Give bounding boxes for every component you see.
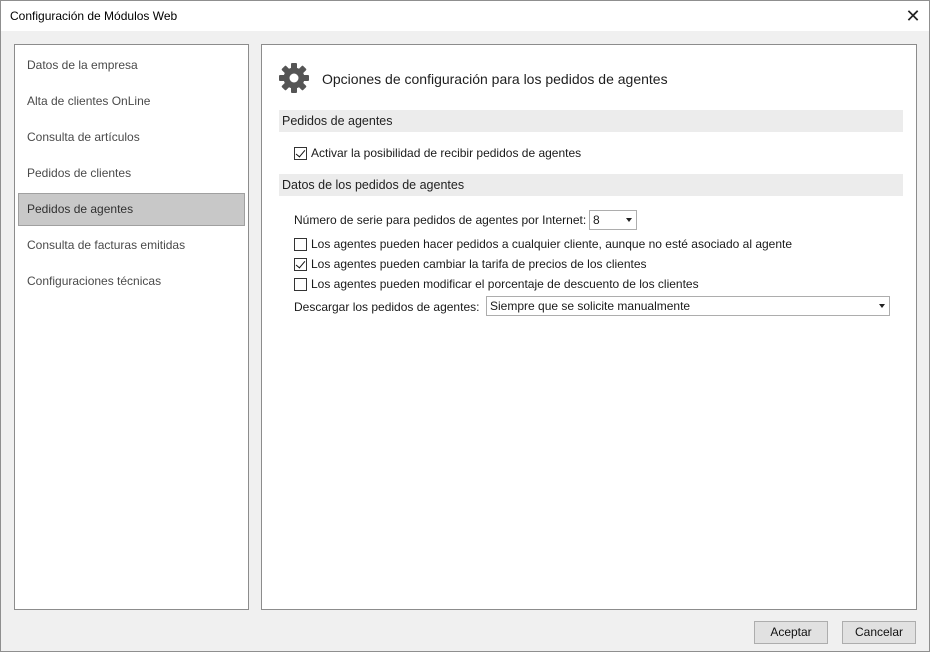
chevron-down-icon	[879, 304, 885, 308]
change-rate-label: Los agentes pueden cambiar la tarifa de …	[311, 257, 647, 271]
activate-agent-orders-label: Activar la posibilidad de recibir pedido…	[311, 146, 582, 160]
modify-discount-label: Los agentes pueden modificar el porcenta…	[311, 277, 699, 291]
page-title: Opciones de configuración para los pedid…	[322, 71, 668, 87]
serie-value: 8	[593, 213, 600, 227]
serie-select[interactable]: 8	[589, 210, 637, 230]
download-value: Siempre que se solicite manualmente	[490, 299, 691, 313]
any-client-row[interactable]: Los agentes pueden hacer pedidos a cualq…	[294, 236, 792, 252]
serie-label: Número de serie para pedidos de agentes …	[294, 213, 587, 227]
sidebar: Datos de la empresa Alta de clientes OnL…	[14, 44, 249, 610]
change-rate-checkbox[interactable]	[294, 257, 307, 271]
download-select[interactable]: Siempre que se solicite manualmente	[486, 296, 890, 316]
cancel-button[interactable]: Cancelar	[842, 621, 916, 644]
settings-panel: Opciones de configuración para los pedid…	[261, 44, 917, 610]
activate-agent-orders-row[interactable]: Activar la posibilidad de recibir pedido…	[294, 145, 581, 161]
title-bar: Configuración de Módulos Web ✕	[1, 1, 929, 31]
close-icon[interactable]: ✕	[897, 1, 929, 31]
sidebar-item-consulta-facturas[interactable]: Consulta de facturas emitidas	[18, 229, 245, 262]
section-header-datos-pedidos: Datos de los pedidos de agentes	[279, 174, 903, 196]
sidebar-item-datos-empresa[interactable]: Datos de la empresa	[18, 49, 245, 82]
section-header-pedidos-agentes: Pedidos de agentes	[279, 110, 903, 132]
download-label: Descargar los pedidos de agentes:	[294, 300, 480, 314]
gear-icon	[279, 63, 309, 93]
change-rate-row[interactable]: Los agentes pueden cambiar la tarifa de …	[294, 256, 647, 272]
modify-discount-checkbox[interactable]	[294, 277, 307, 291]
dialog-window: Configuración de Módulos Web ✕ Datos de …	[0, 0, 930, 652]
chevron-down-icon	[626, 218, 632, 222]
any-client-checkbox[interactable]	[294, 237, 307, 251]
sidebar-item-alta-clientes[interactable]: Alta de clientes OnLine	[18, 85, 245, 118]
activate-agent-orders-checkbox[interactable]	[294, 146, 307, 160]
sidebar-item-configuraciones-tecnicas[interactable]: Configuraciones técnicas	[18, 265, 245, 298]
accept-button[interactable]: Aceptar	[754, 621, 828, 644]
sidebar-item-consulta-articulos[interactable]: Consulta de artículos	[18, 121, 245, 154]
sidebar-item-pedidos-agentes[interactable]: Pedidos de agentes	[18, 193, 245, 226]
sidebar-item-pedidos-clientes[interactable]: Pedidos de clientes	[18, 157, 245, 190]
modify-discount-row[interactable]: Los agentes pueden modificar el porcenta…	[294, 276, 699, 292]
any-client-label: Los agentes pueden hacer pedidos a cualq…	[311, 237, 793, 251]
window-title: Configuración de Módulos Web	[10, 9, 178, 23]
